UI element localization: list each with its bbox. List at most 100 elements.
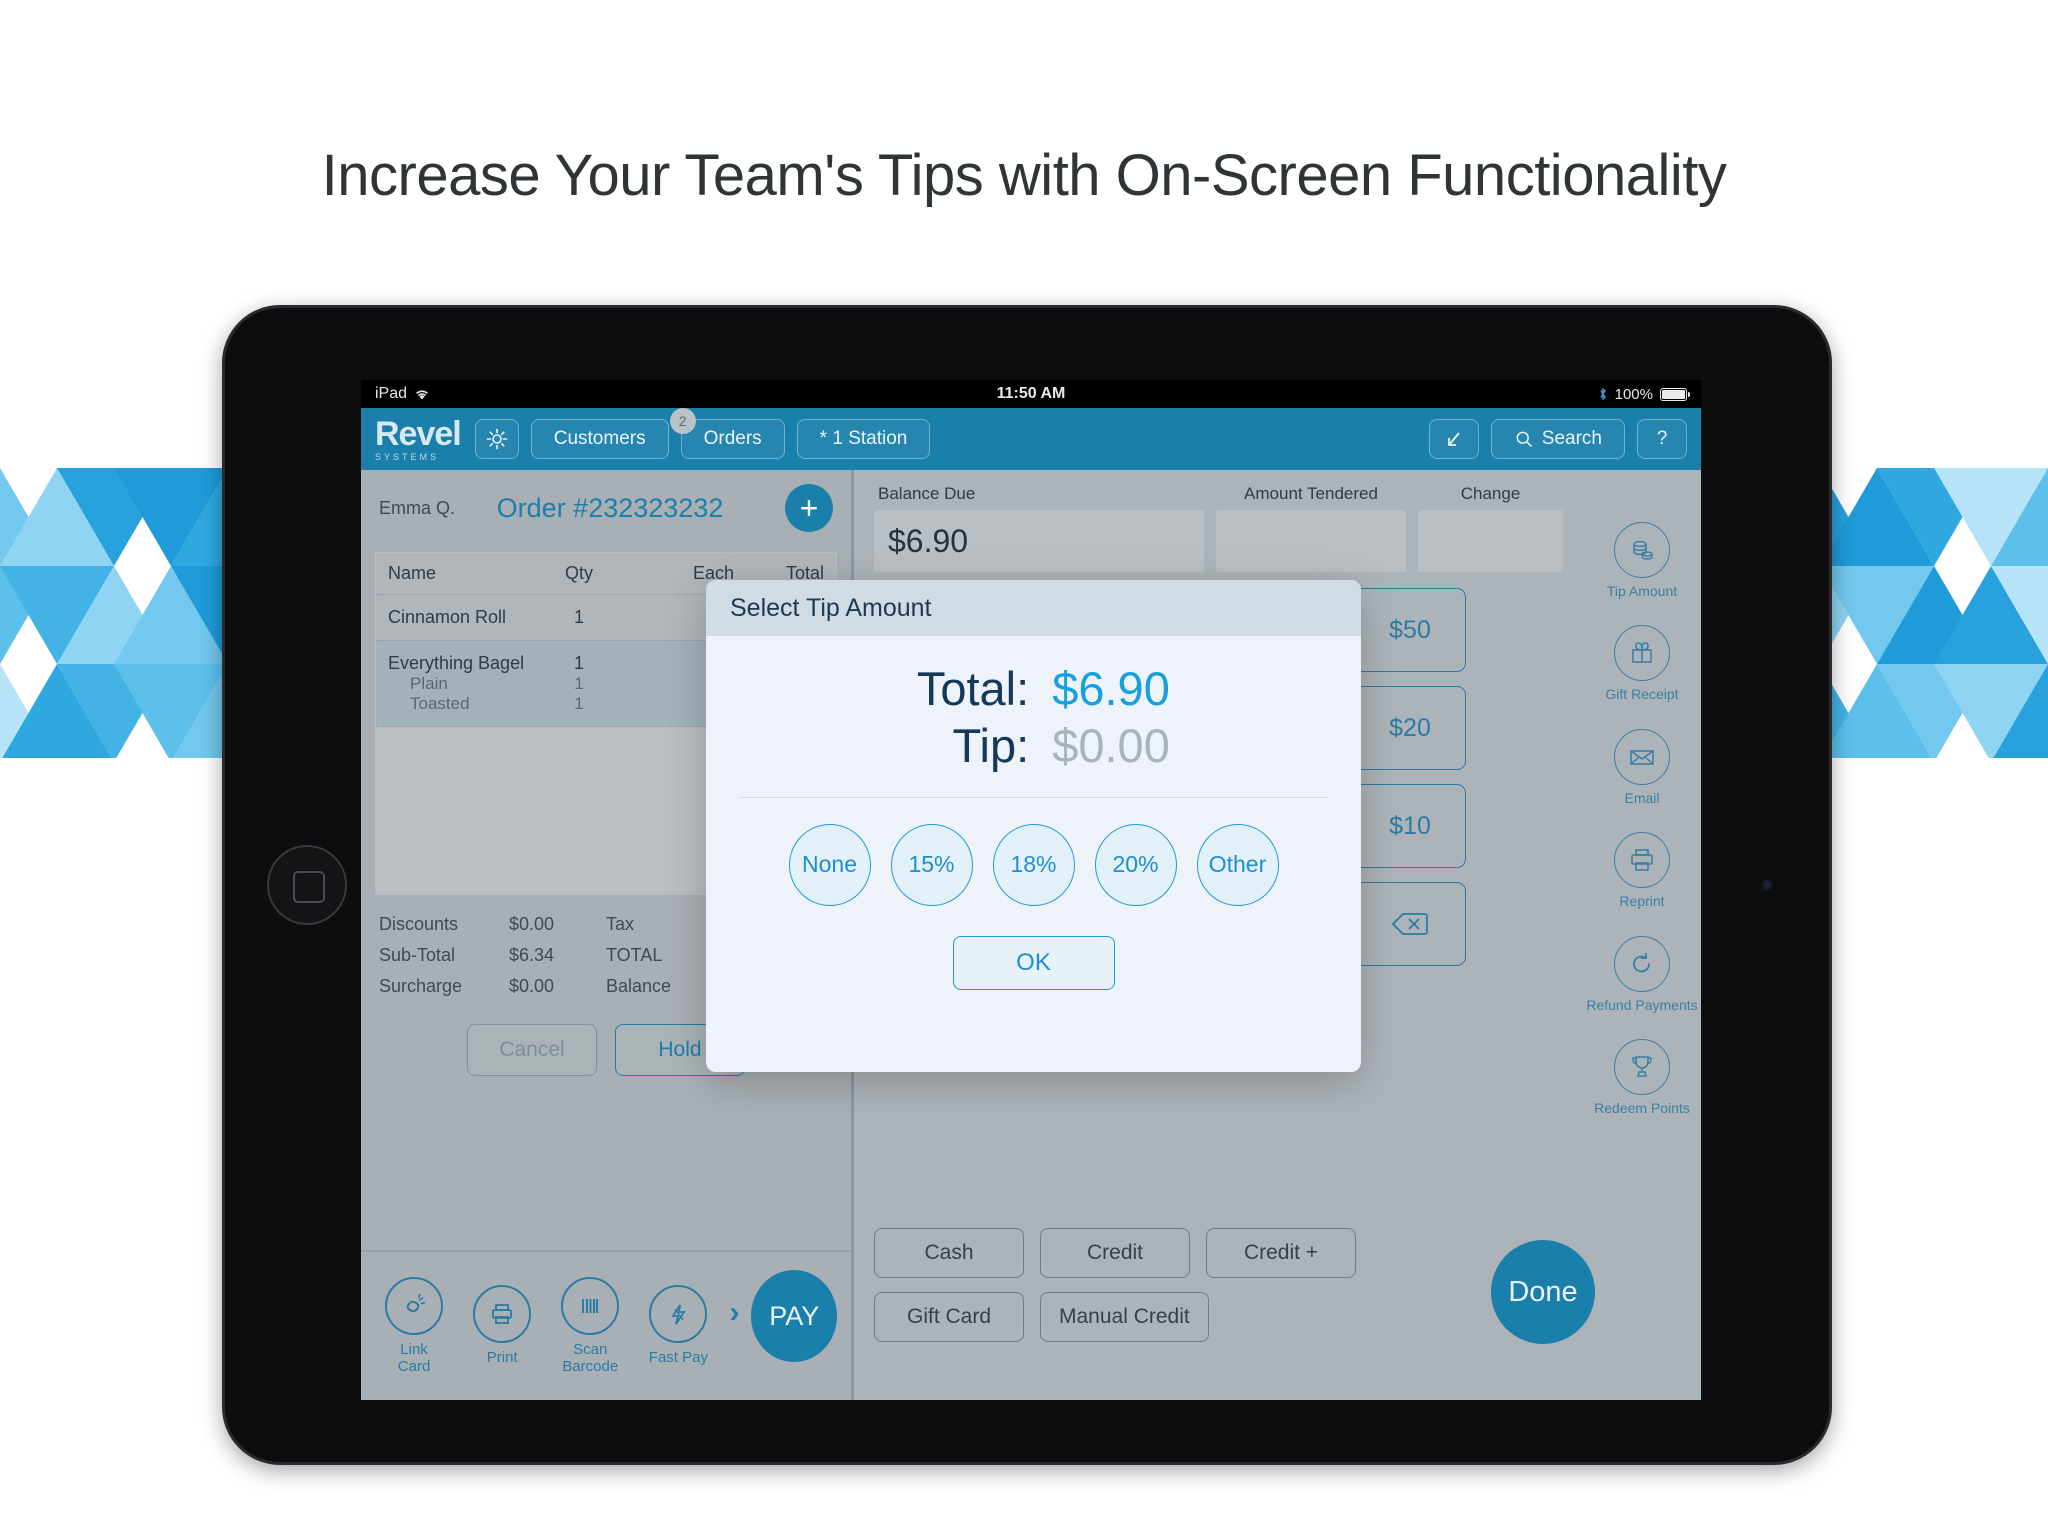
order-number: Order #232323232 [496,492,724,523]
redeem-points-action[interactable]: Redeem Points [1583,1038,1701,1116]
gift-card-label: Gift Card [906,1305,992,1328]
app-toolbar: Revel SYSTEMS Customers 2 Orders * 1 Sta… [361,408,1701,470]
cash-button[interactable]: Cash [874,1228,1024,1278]
cancel-label: Cancel [499,1038,565,1061]
status-left: iPad [375,385,430,403]
add-item-button[interactable]: + [785,484,833,532]
amount-tendered-field[interactable]: Amount Tendered [1216,484,1406,572]
amount-tendered-label: Amount Tendered [1244,484,1378,503]
dialog-amounts: Total: $6.90 Tip: $0.00 [706,636,1361,775]
quick-action-bar: Link Card Print Scan Barcode Fast Pay › … [361,1250,851,1400]
brand-name: Revel [375,414,462,453]
decorative-triangle [1991,468,2048,566]
tip-option-other[interactable]: Other [1196,823,1279,906]
help-button[interactable]: ? [1637,419,1687,459]
dialog-total-label: Total: [916,662,1030,715]
done-label: Done [1508,1275,1578,1308]
redeem-points-label: Redeem Points [1594,1099,1690,1116]
battery-percent: 100% [1614,385,1653,403]
revel-logo: Revel SYSTEMS [375,414,462,462]
barcode-icon [561,1276,620,1335]
wifi-icon [416,390,428,399]
search-label: Search [1541,428,1602,449]
decorative-triangles-left [0,468,228,758]
dialog-total-value: $6.90 [1052,662,1170,715]
gift-card-button[interactable]: Gift Card [874,1292,1024,1342]
col-name: Name [388,563,437,583]
tip-amount-label: Tip Amount [1606,583,1678,599]
totals-value: $6.34 [509,945,555,965]
totals-value: $0.00 [509,914,555,934]
station-label: * 1 Station [819,428,908,449]
refund-payments-action[interactable]: Refund Payments [1583,935,1701,1013]
item-qty: 1 [573,607,584,627]
reprint-action[interactable]: Reprint [1583,832,1701,909]
decorative-triangle [1991,566,2048,664]
totals-row: Discounts $0.00 [379,909,606,940]
payment-methods-row-2: Gift Card Manual Credit [874,1292,1514,1342]
link-card-action[interactable]: Link Card [375,1276,453,1376]
totals-left-column: Discounts $0.00 Sub-Total $6.34 Surcharg… [379,909,606,1002]
denomination-50[interactable]: $50 [1354,588,1466,672]
totals-label: Sub-Total [379,945,456,965]
tip-option-18[interactable]: 18% [992,823,1075,906]
credit-plus-button[interactable]: Credit + [1206,1228,1356,1278]
tip-option-none[interactable]: None [788,823,871,906]
change-field: Change [1418,484,1563,572]
ipad-screen: iPad 11:50 AM 100% Revel SYSTEMS Custome… [361,380,1701,1400]
print-action[interactable]: Print [463,1285,541,1366]
search-button[interactable]: Search [1490,419,1625,459]
credit-button[interactable]: Credit [1040,1228,1190,1278]
orders-badge: 2 [669,408,696,434]
station-button[interactable]: * 1 Station [796,419,931,459]
tip-option-15[interactable]: 15% [890,823,973,906]
scan-barcode-action[interactable]: Scan Barcode [551,1276,629,1376]
dialog-ok-button[interactable]: OK [952,935,1115,990]
email-action[interactable]: Email [1583,728,1701,806]
ios-status-bar: iPad 11:50 AM 100% [361,380,1701,408]
credit-plus-label: Credit + [1243,1241,1319,1264]
backspace-button[interactable] [1354,882,1466,966]
dialog-title: Select Tip Amount [706,580,1361,636]
chevron-right-icon[interactable]: › [729,1296,739,1330]
add-item-label: + [799,490,819,526]
item-name-block: Everything Bagel Plain Toasted [388,653,534,714]
balance-due-label: Balance Due [878,484,976,503]
home-button[interactable] [267,845,347,925]
expand-arrow-icon [1447,432,1460,446]
modifier-qty: 1 [574,694,584,713]
fast-pay-action[interactable]: Fast Pay [639,1285,717,1366]
tip-options: None 15% 18% 20% Other [706,823,1361,906]
tip-amount-action[interactable]: Tip Amount [1583,522,1701,599]
hold-label: Hold [658,1038,702,1061]
change-value [1418,510,1563,572]
tip-option-label: 20% [1112,851,1159,878]
customers-label: Customers [553,428,646,449]
payment-methods-row-1: Cash Credit Credit + [874,1228,1514,1278]
totals-row: Surcharge $0.00 [379,971,606,1002]
tip-option-20[interactable]: 20% [1094,823,1177,906]
denomination-10[interactable]: $10 [1354,784,1466,868]
status-time: 11:50 AM [996,385,1066,402]
done-button[interactable]: Done [1491,1240,1595,1344]
decorative-triangle [171,468,228,566]
gift-receipt-action[interactable]: Gift Receipt [1583,625,1701,702]
orders-button[interactable]: 2 Orders [669,408,785,459]
front-camera [1761,879,1773,891]
item-qty: 1 [573,653,584,673]
credit-label: Credit [1086,1241,1144,1264]
balance-due-value: $6.90 [874,510,1204,572]
denomination-column: $50 $20 $10 [1354,588,1466,966]
trophy-icon [1614,1038,1670,1095]
brand-subtitle: SYSTEMS [375,451,440,462]
expand-button[interactable] [1428,419,1479,459]
cancel-button[interactable]: Cancel [467,1024,597,1076]
settings-button[interactable] [474,419,519,459]
customers-button[interactable]: Customers [530,419,669,459]
refund-payments-label: Refund Payments [1586,996,1698,1013]
denomination-20[interactable]: $20 [1354,686,1466,770]
pay-button[interactable]: PAY [751,1270,837,1362]
manual-credit-button[interactable]: Manual Credit [1040,1292,1209,1342]
amount-tendered-value [1216,510,1406,572]
change-label: Change [1460,484,1521,503]
